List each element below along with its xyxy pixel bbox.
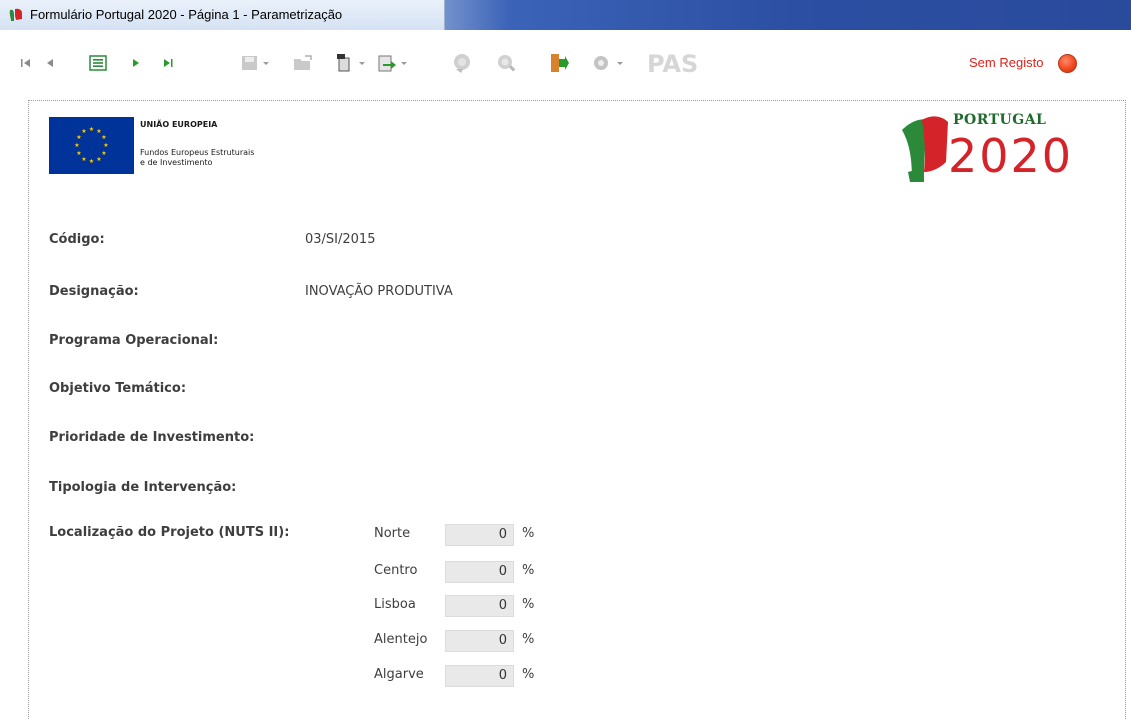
window-title: Formulário Portugal 2020 - Página 1 - Pa…: [30, 7, 343, 22]
pas-icon[interactable]: PAS: [646, 51, 704, 75]
svg-text:★: ★: [101, 134, 106, 141]
eu-subtitle-line1: Fundos Europeus Estruturais: [140, 148, 255, 157]
region-input-norte[interactable]: 0: [445, 524, 514, 546]
tipologia-intervencao-label: Tipologia de Intervenção:: [49, 480, 237, 495]
region-unit-algarve: %: [522, 667, 535, 682]
region-input-algarve[interactable]: 0: [445, 665, 514, 687]
previous-page-icon[interactable]: [42, 52, 58, 74]
svg-text:★: ★: [89, 158, 94, 165]
region-unit-lisboa: %: [522, 597, 535, 612]
designacao-label: Designação:: [49, 284, 139, 299]
settings-icon[interactable]: [590, 52, 628, 74]
region-name-norte: Norte: [374, 526, 411, 541]
designacao-value: INOVAÇÃO PRODUTIVA: [305, 284, 453, 299]
region-name-alentejo: Alentejo: [374, 632, 428, 647]
svg-text:★: ★: [81, 128, 86, 135]
portugal-year: 2020: [948, 129, 1074, 183]
svg-text:★: ★: [81, 156, 86, 163]
region-input-centro[interactable]: 0: [445, 561, 514, 583]
svg-text:★: ★: [103, 142, 108, 149]
form-panel: [28, 100, 1126, 719]
export-icon[interactable]: [376, 52, 412, 74]
window-titlebar: Formulário Portugal 2020 - Página 1 - Pa…: [0, 0, 1131, 30]
region-unit-alentejo: %: [522, 632, 535, 647]
search-icon[interactable]: [494, 52, 518, 74]
status-indicator: [1058, 54, 1077, 73]
portugal-wordmark: PORTUGAL: [953, 112, 1047, 128]
portugal-2020-app-icon: [9, 8, 22, 21]
codigo-label: Código:: [49, 232, 105, 247]
import-icon[interactable]: [334, 52, 370, 74]
codigo-value: 03/SI/2015: [305, 232, 376, 247]
region-input-alentejo[interactable]: 0: [445, 630, 514, 652]
toolbar: PAS Sem Registo: [0, 30, 1131, 98]
eu-subtitle-line2: e de Investimento: [140, 158, 213, 167]
validate-icon[interactable]: [450, 52, 474, 74]
svg-text:★: ★: [76, 134, 81, 141]
first-page-icon[interactable]: [18, 52, 34, 74]
prioridade-investimento-label: Prioridade de Investimento:: [49, 430, 255, 445]
next-page-icon[interactable]: [128, 52, 144, 74]
objetivo-tematico-label: Objetivo Temático:: [49, 381, 187, 396]
region-name-lisboa: Lisboa: [374, 597, 416, 612]
eu-title: UNIÃO EUROPEIA: [140, 120, 218, 129]
pas-label: PAS: [647, 51, 698, 75]
svg-text:★: ★: [76, 150, 81, 157]
localizacao-label: Localização do Projeto (NUTS II):: [49, 525, 290, 540]
programa-operacional-label: Programa Operacional:: [49, 333, 219, 348]
region-input-lisboa[interactable]: 0: [445, 595, 514, 617]
region-name-centro: Centro: [374, 563, 418, 578]
exit-icon[interactable]: [546, 52, 572, 74]
svg-text:★: ★: [96, 156, 101, 163]
eu-flag-icon: ★ ★★ ★★★ ★★★ ★★★: [49, 117, 134, 174]
page-list-icon[interactable]: [88, 52, 108, 74]
region-name-algarve: Algarve: [374, 667, 424, 682]
save-icon[interactable]: [240, 52, 274, 74]
status-text: Sem Registo: [969, 55, 1044, 70]
last-page-icon[interactable]: [160, 52, 176, 74]
svg-text:★: ★: [74, 142, 79, 149]
open-icon[interactable]: [292, 52, 314, 74]
svg-text:★: ★: [101, 150, 106, 157]
svg-text:★: ★: [89, 126, 94, 133]
region-unit-norte: %: [522, 526, 535, 541]
region-unit-centro: %: [522, 563, 535, 578]
